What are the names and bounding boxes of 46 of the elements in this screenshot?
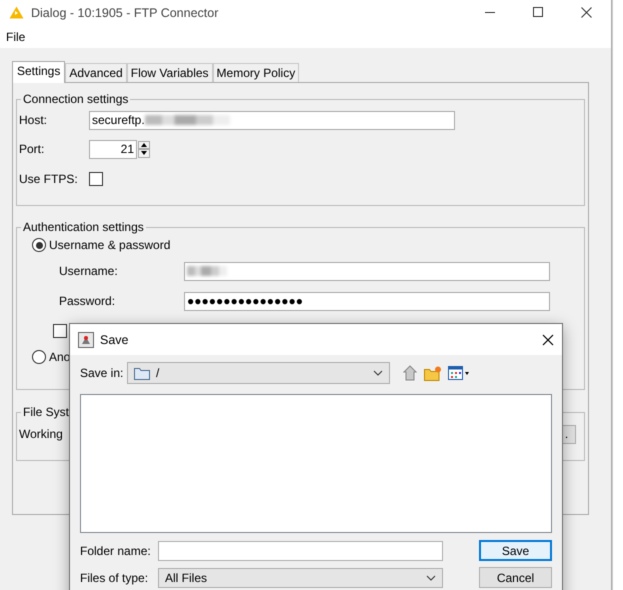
save-button[interactable]: Save [479, 540, 552, 561]
new-folder-icon[interactable] [424, 366, 442, 380]
host-field[interactable]: secureftp. [89, 110, 455, 130]
field-label: Password: [59, 294, 116, 308]
radio-label: Ano [49, 350, 70, 364]
close-icon[interactable] [542, 334, 554, 346]
tab[interactable]: Settings [12, 61, 66, 83]
username-field[interactable] [184, 262, 550, 280]
folder-name-label: Folder name: [80, 544, 152, 558]
folder-icon [134, 366, 150, 380]
group-title: File Syst [22, 405, 70, 419]
field-label: Username: [59, 264, 119, 278]
close-icon[interactable] [581, 7, 592, 18]
field-label: Use FTPS: [19, 172, 79, 186]
up-folder-icon[interactable] [403, 365, 419, 381]
chevron-down-icon [373, 370, 383, 376]
password-field[interactable]: ●●●●●●●●●●●●●●●● [184, 292, 550, 310]
window-title: Dialog - 10:1905 - FTP Connector [31, 6, 220, 20]
group-title: Connection settings [22, 92, 130, 106]
files-of-type-label: Files of type: [80, 570, 150, 584]
warning-triangle-icon [9, 6, 24, 19]
port-field[interactable]: 21 [89, 140, 137, 158]
field-label: Port: [19, 142, 46, 156]
files-of-type-dropdown[interactable]: All Files [158, 568, 443, 588]
cancel-button[interactable]: Cancel [479, 567, 552, 588]
radio-button[interactable] [32, 350, 46, 364]
chevron-down-icon [426, 574, 436, 580]
checkbox[interactable] [53, 324, 67, 338]
tab[interactable]: Memory Policy [212, 63, 300, 82]
field-label: Working [19, 427, 63, 441]
tab[interactable]: Advanced [65, 63, 127, 82]
blurred-text [187, 266, 227, 276]
dialog-title: Save [100, 332, 130, 346]
tab[interactable]: Flow Variables [126, 63, 213, 82]
menu-item[interactable]: File [6, 30, 26, 44]
checkbox[interactable] [89, 172, 103, 186]
save-in-dropdown[interactable]: / [127, 362, 390, 384]
field-label: Host: [19, 113, 48, 127]
radio-button[interactable] [32, 238, 46, 252]
maximize-icon[interactable] [533, 7, 543, 17]
list-view-icon[interactable] [448, 366, 470, 380]
radio-label: Username & password [49, 238, 170, 252]
group-title: Authentication settings [22, 220, 145, 234]
folder-name-field[interactable] [158, 540, 443, 560]
save-in-label: Save in: [80, 366, 124, 380]
spinner-arrows-icon[interactable] [138, 140, 150, 158]
